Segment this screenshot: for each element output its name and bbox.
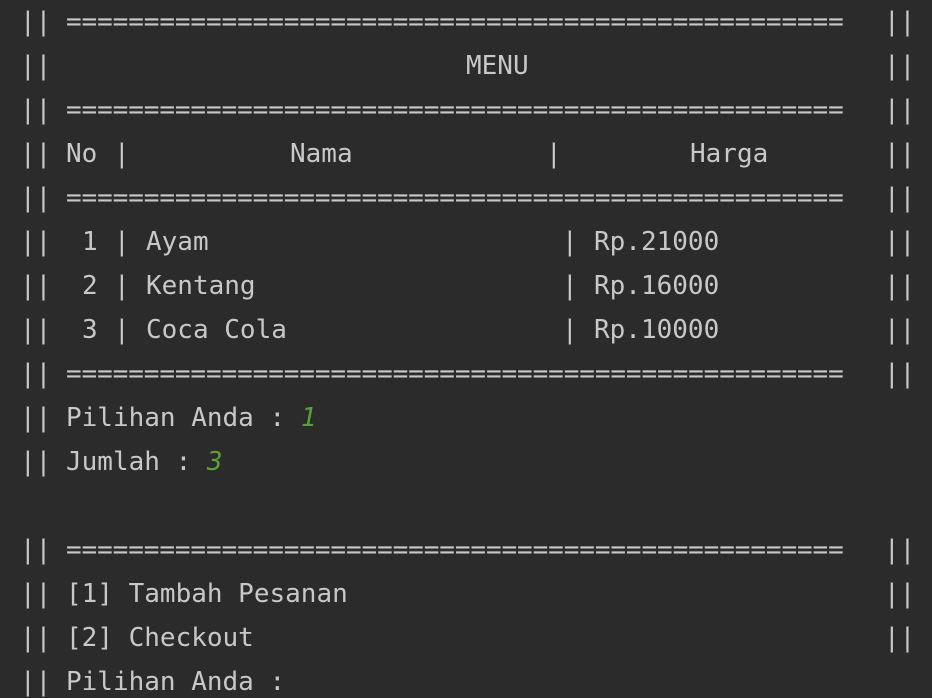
column-header-nama: Nama — [290, 139, 353, 169]
table-row: || 3 | Coca Cola | Rp.10000 || — [0, 308, 932, 352]
column-separator: | — [114, 227, 130, 257]
item-price: Rp.10000 — [594, 315, 720, 345]
choice-prompt-line: || Pilihan Anda : 1 — [0, 396, 932, 440]
item-name: Ayam — [146, 227, 209, 257]
right-edge: || — [884, 579, 916, 609]
right-edge: || — [884, 535, 916, 565]
option-checkout: || [2] Checkout || — [0, 616, 932, 660]
right-edge: || — [884, 271, 916, 301]
rule-line: ========================================… — [66, 535, 844, 565]
rule-line: ========================================… — [66, 359, 844, 389]
right-edge: || — [884, 315, 916, 345]
item-name: Kentang — [146, 271, 256, 301]
final-choice-prompt-line[interactable]: || Pilihan Anda : — [0, 660, 932, 698]
rule-line: ========================================… — [66, 7, 844, 37]
left-edge: || — [20, 51, 52, 81]
right-edge: || — [884, 139, 916, 169]
item-price: Rp.16000 — [594, 271, 720, 301]
choice-prompt-group: Pilihan Anda : 1 — [66, 396, 316, 440]
right-edge: || — [884, 7, 916, 37]
right-edge: || — [884, 51, 916, 81]
table-row: || 2 | Kentang | Rp.16000 || — [0, 264, 932, 308]
column-separator: | — [114, 271, 130, 301]
quantity-prompt-group: Jumlah : 3 — [66, 440, 223, 484]
item-number: 1 — [82, 227, 98, 257]
column-separator: | — [114, 139, 130, 169]
choice-prompt-label: Pilihan Anda : — [66, 403, 301, 433]
option-label: [1] Tambah Pesanan — [66, 579, 348, 609]
right-edge: || — [884, 359, 916, 389]
quantity-input-value: 3 — [206, 447, 223, 477]
right-edge: || — [884, 95, 916, 125]
table-bottom-border: || =====================================… — [0, 352, 932, 396]
left-edge: || — [20, 315, 52, 345]
menu-title: MENU — [466, 51, 529, 81]
choice-input-value: 1 — [300, 403, 317, 433]
option-label: [2] Checkout — [66, 623, 254, 653]
left-edge: || — [20, 403, 52, 433]
left-edge: || — [20, 579, 52, 609]
column-header-harga: Harga — [690, 139, 769, 169]
quantity-prompt-line: || Jumlah : 3 — [0, 440, 932, 484]
header-divider: || =====================================… — [0, 176, 932, 220]
left-edge: || — [20, 95, 52, 125]
item-name: Coca Cola — [146, 315, 287, 345]
column-separator: | — [562, 315, 578, 345]
rule-line: ========================================… — [66, 95, 844, 125]
item-number: 3 — [82, 315, 98, 345]
left-edge: || — [20, 623, 52, 653]
option-add-order: || [1] Tambah Pesanan || — [0, 572, 932, 616]
table-header-row: || No | Nama | Harga || — [0, 132, 932, 176]
rule-line: ========================================… — [66, 183, 844, 213]
options-top-border: || =====================================… — [0, 528, 932, 572]
table-row: || 1 | Ayam | Rp.21000 || — [0, 220, 932, 264]
column-separator: | — [562, 271, 578, 301]
right-edge: || — [884, 183, 916, 213]
left-edge: || — [20, 183, 52, 213]
menu-title-row: || MENU || — [0, 44, 932, 88]
left-edge: || — [20, 359, 52, 389]
right-edge: || — [884, 227, 916, 257]
left-edge: || — [20, 667, 52, 697]
table-top-border: || =====================================… — [0, 0, 932, 44]
column-header-no: No — [66, 139, 98, 169]
column-separator: | — [546, 139, 562, 169]
left-edge: || — [20, 271, 52, 301]
final-choice-prompt-label: Pilihan Anda : — [66, 667, 286, 697]
left-edge: || — [20, 447, 52, 477]
terminal-output[interactable]: || =====================================… — [0, 0, 932, 698]
left-edge: || — [20, 139, 52, 169]
title-divider: || =====================================… — [0, 88, 932, 132]
left-edge: || — [20, 227, 52, 257]
item-number: 2 — [82, 271, 98, 301]
left-edge: || — [20, 7, 52, 37]
right-edge: || — [884, 623, 916, 653]
item-price: Rp.21000 — [594, 227, 720, 257]
column-separator: | — [562, 227, 578, 257]
left-edge: || — [20, 535, 52, 565]
column-separator: | — [114, 315, 130, 345]
quantity-prompt-label: Jumlah : — [66, 447, 207, 477]
